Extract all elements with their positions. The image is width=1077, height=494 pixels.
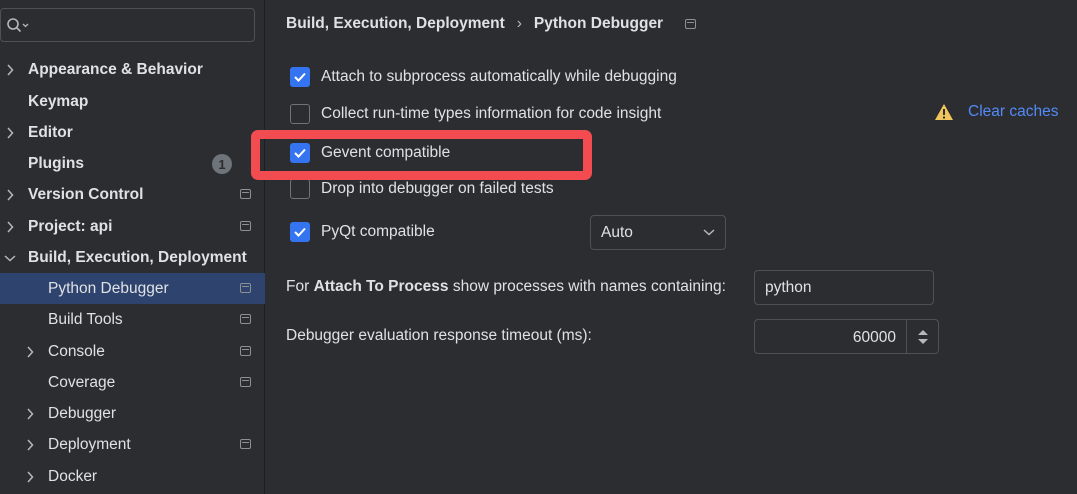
dropdown-selected-value: Auto <box>601 223 633 241</box>
sidebar-item-deployment[interactable]: Deployment <box>0 429 265 460</box>
plugins-update-badge: 1 <box>212 154 232 174</box>
sidebar-item-version-control[interactable]: Version Control <box>0 179 265 210</box>
project-settings-icon <box>240 221 251 231</box>
search-icon <box>7 18 29 33</box>
sidebar-item-label: Debugger <box>48 404 117 422</box>
sidebar-item-coverage[interactable]: Coverage <box>0 367 265 398</box>
attach-process-suffix: show processes with names containing: <box>448 278 726 295</box>
attach-process-bold: Attach To Process <box>313 278 449 295</box>
attach-subprocess-checkbox[interactable]: Attach to subprocess automatically while… <box>290 65 677 89</box>
chevron-right-icon: › <box>516 15 522 32</box>
chevron-right-icon[interactable] <box>4 188 16 201</box>
timeout-label: Debugger evaluation response timeout (ms… <box>286 327 592 344</box>
breadcrumb-current: Python Debugger <box>533 15 664 32</box>
checkbox-label: Drop into debugger on failed tests <box>321 180 554 197</box>
sidebar-item-debugger[interactable]: Debugger <box>0 398 265 429</box>
settings-search-input[interactable] <box>0 8 255 42</box>
sidebar-item-label: Editor <box>28 123 73 141</box>
sidebar-item-label: Build, Execution, Deployment <box>28 248 247 266</box>
spinner-arrows[interactable] <box>906 320 938 353</box>
sidebar-item-python-debugger[interactable]: Python Debugger <box>0 273 265 304</box>
process-name-filter-value: python <box>765 278 812 296</box>
pyqt-mode-dropdown[interactable]: Auto <box>590 215 726 250</box>
project-settings-icon <box>240 189 251 199</box>
chevron-right-icon[interactable] <box>4 220 16 233</box>
clear-caches-link[interactable]: Clear caches <box>968 103 1058 121</box>
checkbox-label: Collect run-time types information for c… <box>321 105 662 122</box>
sidebar-item-build-execution-deployment[interactable]: Build, Execution, Deployment <box>0 242 265 273</box>
breadcrumb-parent[interactable]: Build, Execution, Deployment <box>286 15 505 33</box>
clear-caches-group: Clear caches <box>934 103 1058 121</box>
project-settings-icon <box>240 314 251 324</box>
sidebar-item-label: Docker <box>48 467 98 485</box>
pyqt-compatible-checkbox[interactable]: PyQt compatible <box>290 220 435 244</box>
sidebar-item-label: Coverage <box>48 373 116 391</box>
sidebar-item-label: Build Tools <box>48 310 123 328</box>
sidebar-item-build-tools[interactable]: Build Tools <box>0 304 265 335</box>
collect-runtime-types-checkbox[interactable]: Collect run-time types information for c… <box>290 102 661 126</box>
sidebar-item-label: Appearance & Behavior <box>28 60 203 78</box>
sidebar-item-label: Project: api <box>28 217 113 235</box>
sidebar-item-editor[interactable]: Editor <box>0 117 265 148</box>
timeout-value: 60000 <box>852 329 896 346</box>
chevron-right-icon[interactable] <box>24 407 36 420</box>
sidebar-item-label: Keymap <box>28 92 89 110</box>
attach-process-label: For Attach To Process show processes wit… <box>286 278 726 296</box>
project-settings-icon <box>240 346 251 356</box>
checkbox-checked-icon[interactable] <box>290 222 310 242</box>
settings-sidebar: Appearance & Behavior Keymap Editor Plug… <box>0 0 265 494</box>
sidebar-item-project-api[interactable]: Project: api <box>0 211 265 242</box>
sidebar-item-appearance-behavior[interactable]: Appearance & Behavior <box>0 54 265 85</box>
sidebar-item-label: Python Debugger <box>48 279 169 297</box>
project-settings-icon <box>240 439 251 449</box>
sidebar-item-plugins[interactable]: Plugins 1 <box>0 148 265 179</box>
chevron-right-icon[interactable] <box>24 345 36 358</box>
project-settings-icon <box>240 283 251 293</box>
chevron-right-icon[interactable] <box>24 438 36 451</box>
chevron-right-icon[interactable] <box>4 63 16 76</box>
checkbox-label: Attach to subprocess automatically while… <box>321 68 677 85</box>
checkbox-unchecked-icon[interactable] <box>290 179 310 199</box>
chevron-right-icon[interactable] <box>24 470 36 483</box>
project-settings-icon <box>240 377 251 387</box>
checkbox-unchecked-icon[interactable] <box>290 104 310 124</box>
annotation-highlight-box <box>251 130 592 180</box>
process-name-filter-input[interactable]: python <box>754 270 934 305</box>
checkbox-checked-icon[interactable] <box>290 67 310 87</box>
warning-icon <box>935 104 953 120</box>
settings-content-panel: Build, Execution, Deployment › Python De… <box>251 0 1077 494</box>
breadcrumb: Build, Execution, Deployment › Python De… <box>286 15 697 33</box>
timeout-spinner[interactable]: 60000 <box>754 319 939 354</box>
sidebar-item-label: Console <box>48 342 105 360</box>
sidebar-item-label: Deployment <box>48 435 131 453</box>
project-settings-icon <box>685 19 697 29</box>
chevron-down-icon[interactable] <box>4 252 16 264</box>
stepper-icon[interactable] <box>917 327 929 347</box>
chevron-right-icon[interactable] <box>4 126 16 139</box>
drop-into-debugger-checkbox[interactable]: Drop into debugger on failed tests <box>290 177 554 201</box>
sidebar-item-keymap[interactable]: Keymap <box>0 86 265 117</box>
sidebar-item-console[interactable]: Console <box>0 336 265 367</box>
sidebar-item-docker[interactable]: Docker <box>0 461 265 492</box>
chevron-down-icon <box>703 229 715 236</box>
checkbox-label: PyQt compatible <box>321 223 435 240</box>
attach-process-prefix: For <box>286 278 314 295</box>
sidebar-item-label: Plugins <box>28 154 84 172</box>
sidebar-item-label: Version Control <box>28 185 144 203</box>
